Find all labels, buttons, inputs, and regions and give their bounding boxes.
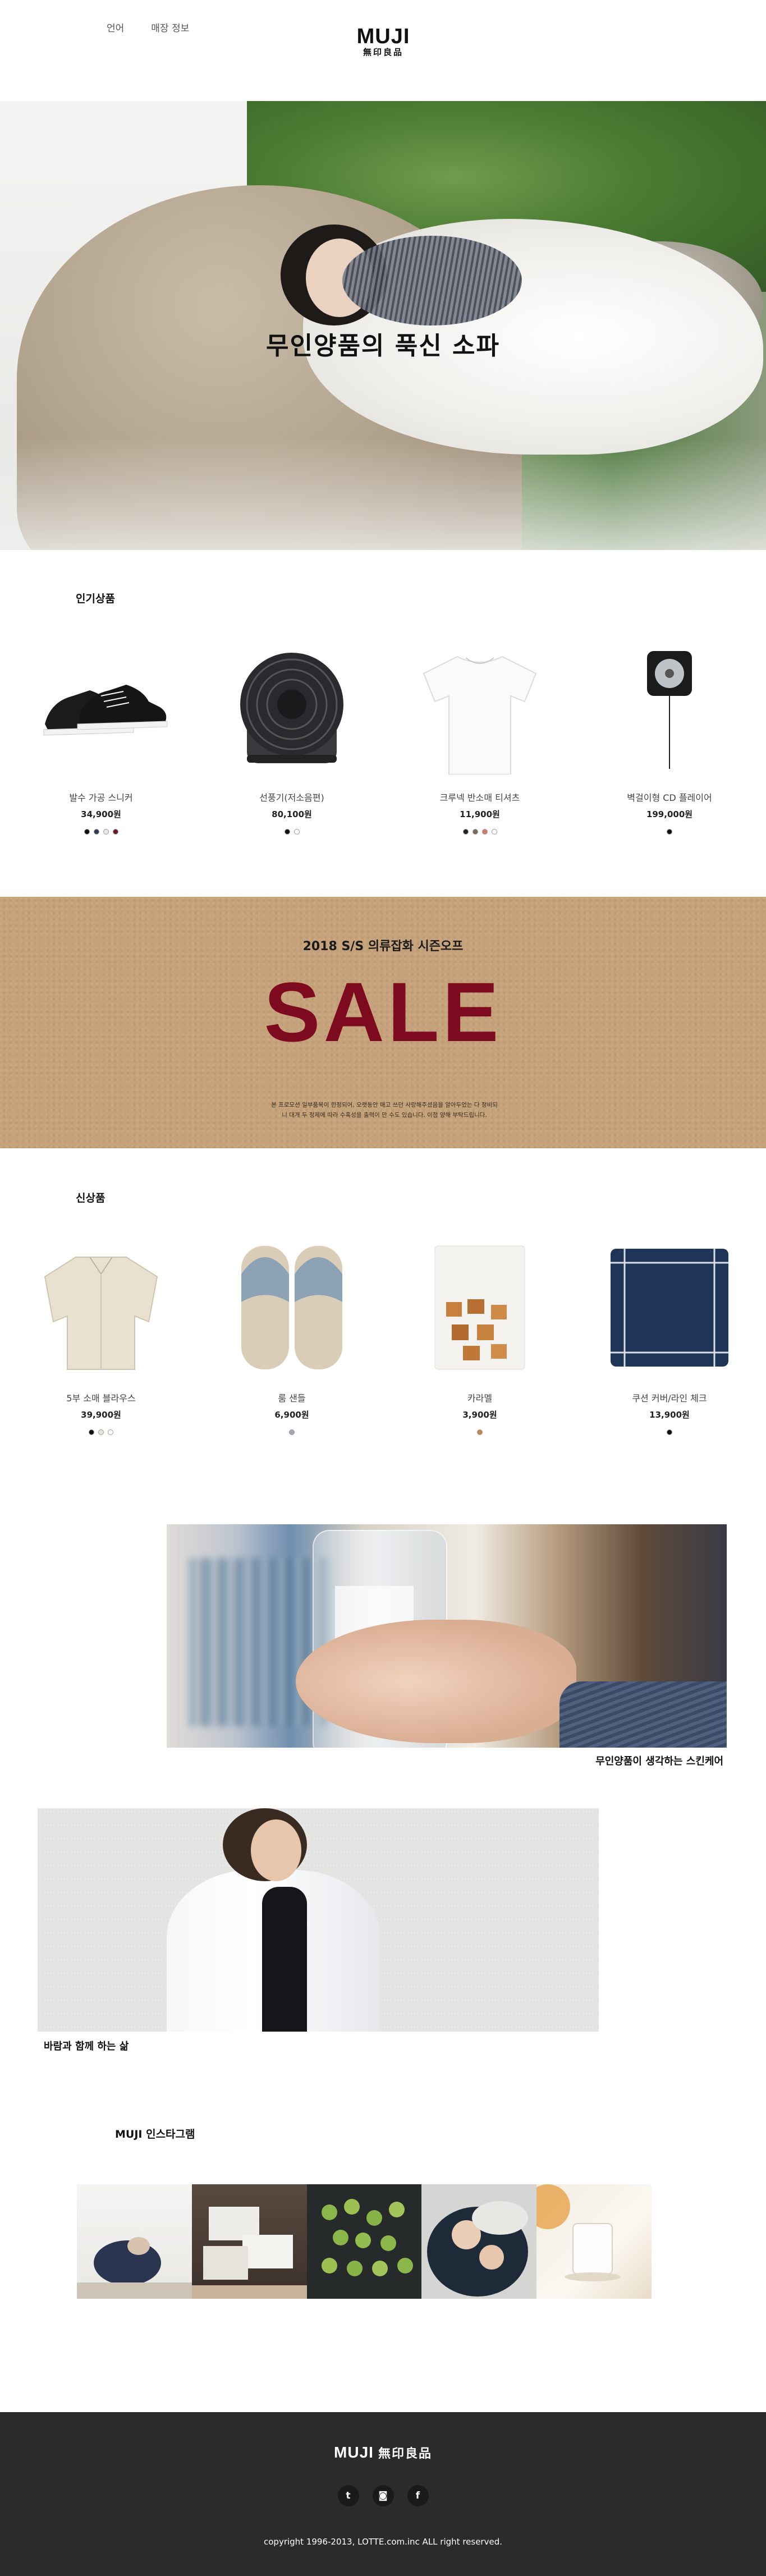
color-swatches (17, 829, 185, 835)
color-swatch[interactable] (293, 829, 300, 835)
instagram-icon[interactable]: ◙ (372, 2485, 394, 2506)
muji-logo[interactable]: MUJI 無印良品 (356, 25, 410, 58)
caramel-icon (412, 1240, 547, 1375)
color-swatches (585, 1429, 754, 1435)
photo-inner-top (262, 1887, 307, 2032)
color-swatch[interactable] (289, 1429, 295, 1435)
product-price: 6,900원 (274, 1410, 309, 1420)
sale-headline: SALE (264, 965, 502, 1059)
color-swatch[interactable] (667, 1429, 672, 1435)
apples-photo[interactable] (306, 2184, 422, 2299)
color-swatches (585, 829, 754, 835)
fan-icon (224, 640, 359, 774)
sleeping-people-photo[interactable] (421, 2184, 537, 2299)
color-swatch[interactable] (89, 1429, 94, 1435)
product-card[interactable]: 룸 샌들 6,900원 (208, 1240, 376, 1435)
color-swatches (208, 1429, 376, 1435)
color-swatch[interactable] (472, 829, 478, 835)
copyright: copyright 1996-2013, LOTTE.com.inc ALL r… (264, 2537, 502, 2547)
wind-life-photo[interactable] (38, 1808, 599, 2032)
color-swatch[interactable] (98, 1429, 104, 1435)
slippers-icon (224, 1240, 359, 1375)
sale-banner[interactable]: 2018 S/S 의류잡화 시즌오프 SALE 본 프로모션 일부품목이 한정되… (0, 897, 766, 1148)
nav-store-info[interactable]: 매장 정보 (151, 20, 189, 34)
product-card[interactable]: 벽걸이형 CD 플레이어 199,000원 (585, 640, 754, 835)
tshirt-icon (412, 640, 547, 775)
product-price: 199,000원 (646, 809, 693, 819)
color-swatch[interactable] (477, 1429, 483, 1435)
storage-boxes-photo[interactable] (191, 2184, 307, 2299)
hero-title: 무인양품의 푹신 소파 (266, 332, 500, 360)
twitter-icon[interactable]: t (337, 2485, 359, 2506)
photo-hand (296, 1620, 576, 1743)
color-swatch[interactable] (481, 829, 488, 835)
product-price: 3,900원 (462, 1410, 497, 1420)
new-items-grid: 5부 소매 블라우스 39,900원 룸 샌들 6,900원 카라멜 3,900… (0, 1240, 766, 1442)
footer: MUJI 無印良品 t ◙ f copyright 1996-2013, LOTT… (0, 2412, 766, 2576)
color-swatch[interactable] (667, 829, 672, 835)
cd-player-icon (602, 640, 737, 774)
sneaker-icon (34, 640, 168, 774)
popular-heading: 인기상품 (76, 593, 115, 605)
color-swatch[interactable] (112, 829, 118, 835)
product-price: 39,900원 (81, 1410, 121, 1420)
new-items-heading: 신상품 (76, 1192, 106, 1204)
footer-logo[interactable]: MUJI 無印良品 (0, 2444, 766, 2462)
cushion-icon (602, 1240, 737, 1375)
color-swatch[interactable] (491, 829, 497, 835)
popular-grid: 발수 가공 스니커 34,900원 선풍기(저소음편) 80,100원 크루넥 … (0, 640, 766, 842)
logo-wordmark: MUJI (356, 25, 410, 48)
product-card[interactable]: 카라멜 3,900원 (396, 1240, 564, 1435)
product-price: 13,900원 (649, 1410, 690, 1420)
skincare-photo[interactable] (167, 1524, 727, 1748)
product-name: 쿠션 커버/라인 체크 (632, 1393, 707, 1404)
color-swatches (208, 829, 376, 835)
hero-neck-pillow (342, 236, 522, 326)
color-swatch[interactable] (284, 829, 290, 835)
color-swatch[interactable] (462, 829, 469, 835)
facebook-icon[interactable]: f (407, 2485, 429, 2506)
product-card[interactable]: 크루넥 반소매 티셔츠 11,900원 (396, 640, 564, 835)
sale-note: 본 프로모션 일부품목이 한정되어, 오랫동안 매고 쓰던 사랑해주셨음을 알아… (271, 1102, 498, 1119)
color-swatch[interactable] (108, 1429, 113, 1435)
color-swatches (17, 1429, 185, 1435)
product-card[interactable]: 쿠션 커버/라인 체크 13,900원 (585, 1240, 754, 1435)
product-name: 선풍기(저소음편) (259, 792, 324, 803)
social-links: t ◙ f (0, 2485, 766, 2506)
beanbag-photo[interactable] (77, 2184, 192, 2299)
product-name: 발수 가공 스니커 (69, 792, 133, 803)
logo-kanji: 無印良品 (363, 48, 403, 57)
product-card[interactable]: 5부 소매 블라우스 39,900원 (17, 1240, 185, 1435)
product-card[interactable]: 선풍기(저소음편) 80,100원 (208, 640, 376, 835)
instagram-strip (77, 2184, 652, 2299)
instagram-heading: MUJI 인스타그램 (115, 2128, 195, 2140)
product-name: 5부 소매 블라우스 (66, 1393, 136, 1404)
color-swatches (396, 1429, 564, 1435)
photo-sleeve (559, 1681, 727, 1748)
product-price: 34,900원 (81, 809, 121, 819)
product-name: 룸 샌들 (278, 1393, 306, 1404)
skincare-caption[interactable]: 무인양품이 생각하는 스킨케어 (167, 1753, 723, 1768)
product-card[interactable]: 발수 가공 스니커 34,900원 (17, 640, 185, 835)
color-swatch[interactable] (93, 829, 99, 835)
color-swatch[interactable] (84, 829, 90, 835)
photo-face (251, 1819, 301, 1881)
product-price: 80,100원 (272, 809, 312, 819)
sale-subtitle: 2018 S/S 의류잡화 시즌오프 (302, 939, 464, 954)
footer-logo-kanji: 無印良品 (378, 2446, 432, 2460)
product-name: 크루넥 반소매 티셔츠 (439, 792, 520, 803)
top-nav: 언어 매장 정보 (107, 20, 189, 34)
color-swatches (396, 829, 564, 835)
nav-language[interactable]: 언어 (107, 20, 124, 34)
wind-life-caption[interactable]: 바람과 함께 하는 삶 (44, 2038, 129, 2053)
product-price: 11,900원 (460, 809, 500, 819)
color-swatch[interactable] (103, 829, 109, 835)
footer-logo-wordmark: MUJI (334, 2444, 374, 2461)
glass-cup-photo[interactable] (536, 2184, 652, 2299)
product-name: 벽걸이형 CD 플레이어 (627, 792, 712, 803)
product-name: 카라멜 (467, 1393, 493, 1404)
blouse-icon (34, 1240, 168, 1375)
hero-floor (0, 438, 766, 550)
